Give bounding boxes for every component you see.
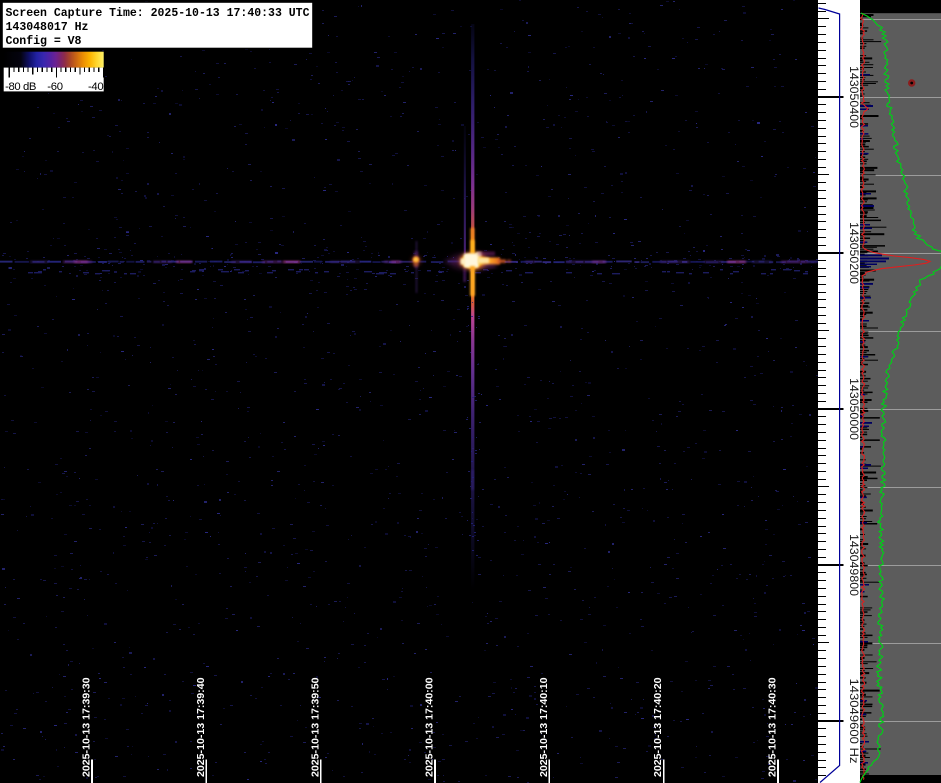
svg-text:2025-10-13 17:40:00: 2025-10-13 17:40:00 [425,677,436,777]
svg-text:143050200: 143050200 [847,222,861,284]
svg-text:Config = V8: Config = V8 [6,35,82,48]
svg-text:143049600 Hz: 143049600 Hz [847,679,861,764]
svg-text:143048017 Hz: 143048017 Hz [6,21,89,34]
svg-text:2025-10-13 17:39:40: 2025-10-13 17:39:40 [196,677,207,777]
svg-text:-80 dB: -80 dB [5,81,36,93]
svg-text:2025-10-13 17:39:30: 2025-10-13 17:39:30 [82,677,93,777]
svg-text:2025-10-13 17:39:50: 2025-10-13 17:39:50 [310,677,321,777]
svg-text:Screen Capture Time: 2025-10-1: Screen Capture Time: 2025-10-13 17:40:33… [6,7,310,20]
svg-text:-40: -40 [88,81,103,93]
svg-text:2025-10-13 17:40:10: 2025-10-13 17:40:10 [539,677,550,777]
svg-text:143050400: 143050400 [847,66,861,128]
svg-text:143049800: 143049800 [847,534,861,596]
svg-text:2025-10-13 17:40:30: 2025-10-13 17:40:30 [768,677,779,777]
svg-text:143050000: 143050000 [847,378,861,440]
svg-text:2025-10-13 17:40:20: 2025-10-13 17:40:20 [653,677,664,777]
svg-text:-60: -60 [47,81,62,93]
